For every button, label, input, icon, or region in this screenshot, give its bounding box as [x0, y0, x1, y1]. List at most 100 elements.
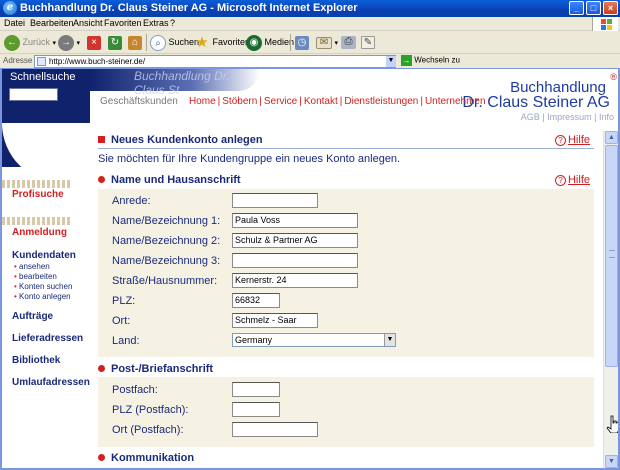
- favorites-button[interactable]: ★ Favoriten: [194, 34, 250, 51]
- ie-icon: e: [3, 1, 17, 15]
- left-navigation: Schnellsuche Profisuche Anmeldung Kunden…: [2, 69, 102, 468]
- windows-logo-icon: [592, 17, 618, 31]
- field-label-land: Land:: [112, 335, 140, 347]
- name3-input[interactable]: [232, 253, 358, 268]
- section-title: Kommunikation: [111, 452, 195, 464]
- section-bullet-icon: [98, 364, 105, 372]
- nav-link-unternehmen[interactable]: Unternehmen: [425, 96, 486, 107]
- field-label-anrede: Anrede:: [112, 195, 151, 207]
- minimize-icon[interactable]: _: [569, 1, 584, 15]
- address-form: Anrede: Name/Bezeichnung 1: Paula Voss N…: [98, 189, 594, 357]
- help-link-section[interactable]: ? Hilfe: [554, 174, 590, 186]
- history-button[interactable]: ◷: [295, 34, 309, 51]
- go-button[interactable]: → Wechseln zu: [401, 55, 460, 66]
- menu-bar: Datei Bearbeiten Ansicht Favoriten Extra…: [0, 17, 620, 31]
- name2-input[interactable]: Schulz & Partner AG: [232, 233, 358, 248]
- star-icon: ★: [195, 33, 209, 51]
- menu-extras[interactable]: Extras: [143, 18, 169, 28]
- menu-help[interactable]: ?: [170, 18, 175, 28]
- mail-icon: ✉: [316, 36, 332, 49]
- help-icon: ?: [554, 175, 566, 186]
- nav-link-stoebern[interactable]: Stöbern: [222, 96, 257, 107]
- help-label: Hilfe: [567, 134, 590, 146]
- home-button[interactable]: ⌂: [128, 34, 142, 51]
- street-input[interactable]: Kernerstr. 24: [232, 273, 358, 288]
- ort-input[interactable]: Schmelz - Saar: [232, 313, 318, 328]
- close-icon[interactable]: ×: [603, 1, 618, 15]
- nav-anmeldung[interactable]: Anmeldung: [12, 227, 67, 238]
- nav-sub-ansehen[interactable]: ansehen: [14, 262, 50, 271]
- address-label: Adresse: [3, 56, 33, 65]
- help-icon: ?: [554, 135, 566, 146]
- anrede-input[interactable]: [232, 193, 318, 208]
- menu-favoriten[interactable]: Favoriten: [104, 18, 142, 28]
- scrollbar-thumb[interactable]: [605, 145, 618, 367]
- help-link[interactable]: ? Hilfe: [554, 134, 590, 146]
- nav-auftraege[interactable]: Aufträge: [12, 311, 53, 322]
- media-icon: ◉: [246, 34, 262, 51]
- home-icon: ⌂: [128, 35, 142, 50]
- nav-sub-konto-anlegen[interactable]: Konto anlegen: [14, 292, 71, 301]
- search-button[interactable]: ⌕ Suchen: [150, 34, 199, 51]
- postfach-input[interactable]: [232, 382, 280, 397]
- nav-lieferadressen[interactable]: Lieferadressen: [12, 333, 83, 344]
- quicksearch-input[interactable]: [9, 88, 58, 101]
- nav-link-service[interactable]: Service: [264, 96, 297, 107]
- mail-button[interactable]: ✉ ▾: [316, 34, 338, 51]
- web-page: Schnellsuche Profisuche Anmeldung Kunden…: [0, 68, 620, 470]
- nav-link-home[interactable]: Home: [189, 96, 216, 107]
- scroll-up-icon[interactable]: ▲: [605, 131, 618, 144]
- nav-bibliothek[interactable]: Bibliothek: [12, 355, 60, 366]
- scroll-down-icon[interactable]: ▼: [605, 455, 618, 468]
- refresh-button[interactable]: ↻: [108, 34, 122, 51]
- section-communication: Kommunikation: [98, 452, 594, 464]
- page-title-text: Neues Kundenkonto anlegen: [111, 134, 263, 146]
- plz-input[interactable]: 66832: [232, 293, 280, 308]
- forward-button[interactable]: → ▾: [58, 34, 80, 51]
- section-bullet-icon: [98, 175, 105, 183]
- field-label-street: Straße/Hausnummer:: [112, 275, 218, 287]
- maximize-icon[interactable]: □: [586, 1, 601, 15]
- nav-link-dienstleistungen[interactable]: Dienstleistungen: [344, 96, 418, 107]
- address-bar: Adresse http://www.buch-steiner.de/ ▼ → …: [0, 54, 620, 68]
- nav-umlaufadressen[interactable]: Umlaufadressen: [12, 377, 90, 388]
- meta-links[interactable]: AGB | Impressum | Info: [521, 112, 614, 122]
- address-dropdown-icon[interactable]: ▼: [386, 56, 396, 67]
- media-button[interactable]: ◉ Medien: [246, 34, 294, 51]
- country-select-value: Germany: [235, 335, 273, 345]
- refresh-icon: ↻: [108, 35, 122, 50]
- go-arrow-icon: →: [401, 55, 412, 66]
- back-label: Zurück: [22, 37, 51, 47]
- field-label-ort-postfach: Ort (Postfach):: [112, 424, 184, 436]
- header-swoosh: Buchhandlung Dr. Claus St: [90, 69, 260, 97]
- window-title: Buchhandlung Dr. Claus Steiner AG - Micr…: [20, 2, 358, 14]
- menu-datei[interactable]: Datei: [4, 18, 25, 28]
- stop-button[interactable]: ×: [87, 34, 101, 51]
- nav-kundendaten[interactable]: Kundendaten: [12, 250, 76, 261]
- back-arrow-icon: ←: [4, 34, 20, 51]
- hand-cursor-icon: [606, 415, 618, 433]
- field-label-name3: Name/Bezeichnung 3:: [112, 255, 221, 267]
- title-bar: e Buchhandlung Dr. Claus Steiner AG - Mi…: [0, 0, 620, 17]
- menu-ansicht[interactable]: Ansicht: [73, 18, 103, 28]
- nav-profisuche[interactable]: Profisuche: [12, 189, 64, 200]
- nav-link-kontakt[interactable]: Kontakt: [304, 96, 338, 107]
- stop-icon: ×: [87, 35, 101, 50]
- section-title: Post-/Briefanschrift: [111, 363, 214, 375]
- page-icon: [37, 57, 46, 66]
- section-name-address: Name und Hausanschrift ? Hilfe: [98, 174, 594, 186]
- country-select[interactable]: Germany ▼: [232, 333, 396, 347]
- name1-input[interactable]: Paula Voss: [232, 213, 358, 228]
- nav-sub-konten-suchen[interactable]: Konten suchen: [14, 282, 72, 291]
- print-icon: ⎙: [341, 36, 356, 50]
- ort-postfach-input[interactable]: [232, 422, 318, 437]
- nav-sub-bearbeiten[interactable]: bearbeiten: [14, 272, 57, 281]
- edit-button[interactable]: ✎: [361, 34, 375, 51]
- print-button[interactable]: ⎙: [341, 34, 356, 51]
- plz-postfach-input[interactable]: [232, 402, 280, 417]
- address-input[interactable]: http://www.buch-steiner.de/: [34, 55, 396, 68]
- field-label-plz-postfach: PLZ (Postfach):: [112, 404, 189, 416]
- menu-bearbeiten[interactable]: Bearbeiten: [30, 18, 74, 28]
- go-label: Wechseln zu: [414, 55, 460, 65]
- back-button[interactable]: ← Zurück ▾: [4, 34, 56, 51]
